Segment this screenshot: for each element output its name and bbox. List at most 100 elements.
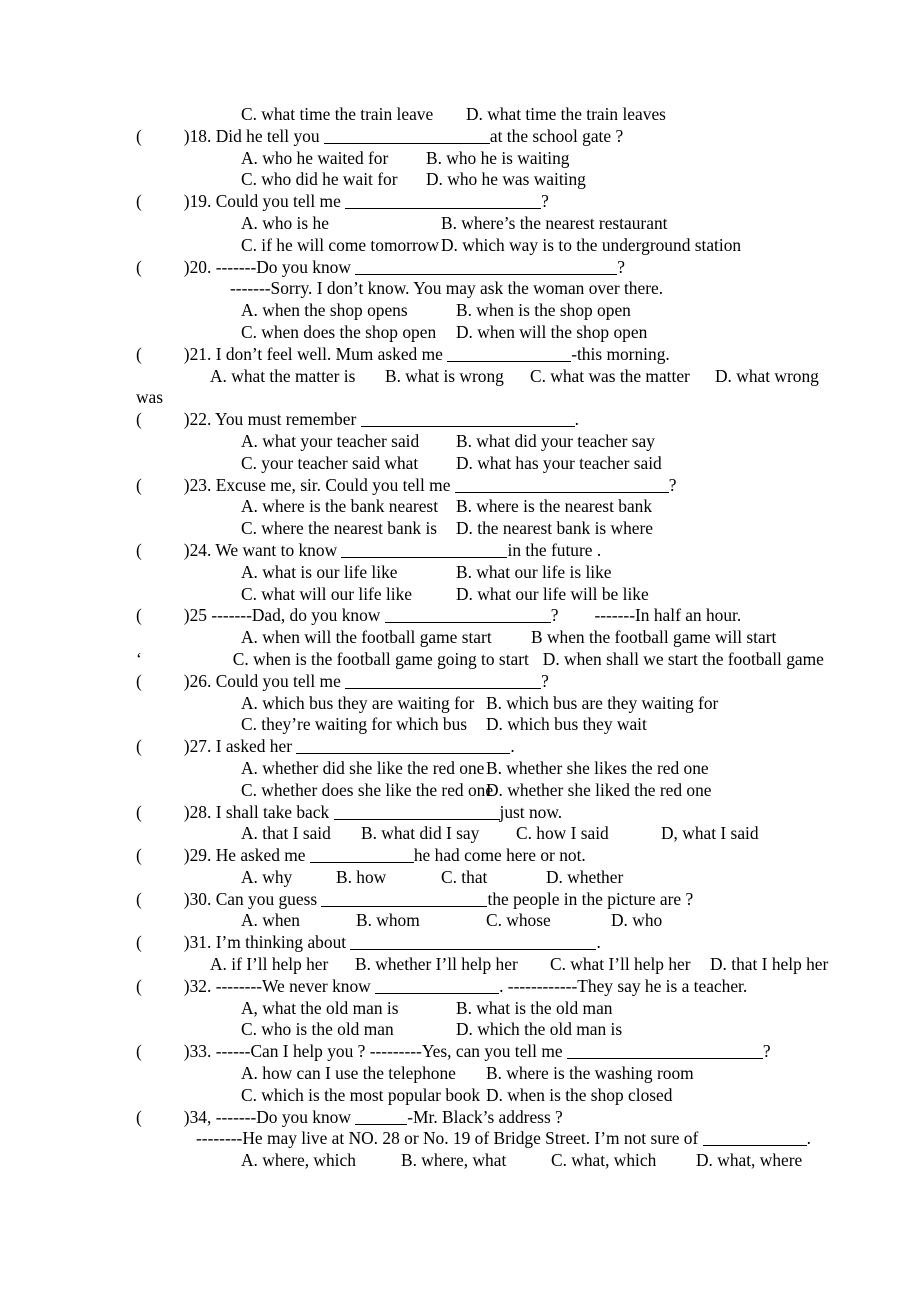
question-options-row: A. what your teacher said B. what did you… bbox=[0, 431, 920, 453]
question-number: 26. bbox=[189, 670, 212, 691]
option-d: D. whether she liked the red one bbox=[486, 779, 712, 800]
question-options-row: A. why B. how C. that D. whether bbox=[0, 867, 920, 889]
question-options-row: A. that I said B. what did I say C. how I … bbox=[0, 823, 920, 845]
fill-in-blank[interactable] bbox=[360, 412, 575, 428]
question-options-row: A, what the old man is B. what is the old… bbox=[0, 998, 920, 1020]
question-options-row: A. when B. whom C. whose D. who bbox=[0, 910, 920, 932]
fill-in-blank[interactable] bbox=[321, 892, 488, 907]
option-a: A. where, which bbox=[241, 1150, 356, 1171]
option-c: C. your teacher said what bbox=[241, 452, 419, 473]
stem-text-tail: -Mr. Black’s address ? bbox=[407, 1106, 563, 1127]
option-a: A. when will the football game start bbox=[241, 627, 492, 648]
fill-in-blank[interactable] bbox=[350, 935, 597, 951]
question-options-row: ‘ C. when is the football game going to s… bbox=[0, 649, 920, 671]
fill-in-blank[interactable] bbox=[447, 347, 572, 362]
answer-bracket-open[interactable]: ( bbox=[136, 126, 142, 146]
question-options-row: A. how can I use the telephone B. where i… bbox=[0, 1063, 920, 1085]
fill-in-blank[interactable] bbox=[375, 979, 500, 994]
option-c: C. whose bbox=[486, 910, 551, 931]
option-a: A. how can I use the telephone bbox=[241, 1063, 456, 1084]
question-number: 31. bbox=[189, 932, 212, 953]
fill-in-blank[interactable] bbox=[384, 608, 551, 624]
option-a: A. if I’ll help her bbox=[210, 954, 329, 975]
answer-bracket-open[interactable]: ( bbox=[136, 932, 142, 952]
option-d: D. the nearest bank is where bbox=[456, 518, 654, 539]
answer-bracket-open[interactable]: ( bbox=[136, 1041, 142, 1061]
option-c: C. what was the matter bbox=[530, 365, 690, 386]
question-options-row: C. if he will come tomorrow D. which way … bbox=[0, 235, 920, 257]
question-stem-28: ()28. I shall take back just now. bbox=[0, 802, 920, 824]
answer-bracket-open[interactable]: ( bbox=[136, 409, 142, 429]
answer-bracket-open[interactable]: ( bbox=[136, 802, 142, 822]
stem-text: We want to know bbox=[211, 539, 342, 560]
question-dialogue-reply: --------He may live at NO. 28 or No. 19 … bbox=[0, 1128, 920, 1150]
option-a: A. when the shop opens bbox=[241, 300, 408, 321]
stem-text-tail: just now. bbox=[499, 801, 563, 822]
fill-in-blank[interactable] bbox=[333, 805, 500, 820]
question-stem-19: ()19. Could you tell me ? bbox=[0, 191, 920, 213]
fill-in-blank[interactable] bbox=[702, 1131, 807, 1147]
question-number: 22. bbox=[189, 409, 212, 430]
question-stem-27: ()27. I asked her . bbox=[0, 736, 920, 758]
question-stem-31: ()31. I’m thinking about . bbox=[0, 932, 920, 954]
fill-in-blank[interactable] bbox=[323, 129, 490, 144]
fill-in-blank[interactable] bbox=[345, 674, 542, 689]
answer-bracket-open[interactable]: ( bbox=[136, 475, 142, 495]
question-number: 32. bbox=[189, 975, 212, 996]
question-stem-29: ()29. He asked me he had come here or no… bbox=[0, 845, 920, 867]
option-c: C. which is the most popular book bbox=[241, 1084, 481, 1105]
question-number: 25 bbox=[189, 605, 207, 626]
question-options-row: A. when the shop opens B. when is the sho… bbox=[0, 300, 920, 322]
stem-text: Did he tell you bbox=[211, 125, 324, 146]
answer-bracket-open[interactable]: ( bbox=[136, 540, 142, 560]
option-a: A. what is our life like bbox=[241, 561, 398, 582]
answer-bracket-open[interactable]: ( bbox=[136, 605, 142, 625]
fill-in-blank[interactable] bbox=[341, 543, 508, 558]
question-number: 29. bbox=[189, 845, 212, 866]
question-stem-25: ()25 -------Dad, do you know ? -------In … bbox=[0, 605, 920, 627]
option-a: A. who he waited for bbox=[241, 147, 389, 168]
stem-text-tail: . bbox=[596, 932, 601, 953]
answer-bracket-open[interactable]: ( bbox=[136, 976, 142, 996]
stem-text: Could you tell me bbox=[211, 191, 346, 212]
question-options-row: A. when will the football game start B wh… bbox=[0, 627, 920, 649]
fill-in-blank[interactable] bbox=[345, 194, 542, 210]
option-d: D. which bus they wait bbox=[486, 714, 647, 735]
answer-bracket-open[interactable]: ( bbox=[136, 344, 142, 364]
option-c: C. when does the shop open bbox=[241, 321, 437, 342]
fill-in-blank[interactable] bbox=[309, 848, 414, 864]
answer-bracket-open[interactable]: ( bbox=[136, 257, 142, 277]
fill-in-blank[interactable] bbox=[454, 478, 669, 493]
option-a: A. what the matter is bbox=[210, 365, 356, 386]
option-c: C. how I said bbox=[516, 823, 609, 844]
question-options-row: C. your teacher said what D. what has you… bbox=[0, 453, 920, 475]
answer-bracket-open[interactable]: ( bbox=[136, 736, 142, 756]
option-d: D. when shall we start the football game bbox=[542, 648, 824, 669]
fill-in-blank[interactable] bbox=[355, 1110, 408, 1125]
question-dialogue-reply: -------Sorry. I don’t know. You may ask … bbox=[230, 278, 664, 299]
question-options-row: C. what will our life like D. what our li… bbox=[0, 584, 920, 606]
stem-text: Can you guess bbox=[211, 888, 322, 909]
answer-bracket-open[interactable]: ( bbox=[136, 671, 142, 691]
question-stem-23: ()23. Excuse me, sir. Could you tell me … bbox=[0, 475, 920, 497]
option-c: C. whether does she like the red one bbox=[241, 779, 494, 800]
option-b: B. whether she likes the red one bbox=[486, 757, 709, 778]
fill-in-blank[interactable] bbox=[296, 739, 511, 755]
answer-bracket-open[interactable]: ( bbox=[136, 191, 142, 211]
question-options-row: A. who is he B. where’s the nearest resta… bbox=[0, 213, 920, 235]
answer-bracket-open[interactable]: ( bbox=[136, 845, 142, 865]
stem-text-tail: ? bbox=[668, 474, 677, 495]
answer-bracket-open[interactable]: ( bbox=[136, 1107, 142, 1127]
question-stem-33: ()33. ------Can I help you ? ---------Ye… bbox=[0, 1041, 920, 1063]
option-d: D. who bbox=[611, 910, 663, 931]
fill-in-blank[interactable] bbox=[355, 260, 618, 275]
option-b: B. which bus are they waiting for bbox=[486, 692, 719, 713]
answer-bracket-open[interactable]: ( bbox=[136, 889, 142, 909]
option-b: B when the football game will start bbox=[531, 627, 777, 648]
question-number: 23. bbox=[189, 474, 212, 495]
option-d: D. when is the shop closed bbox=[486, 1084, 673, 1105]
option-a: A. that I said bbox=[241, 823, 331, 844]
option-a: A, what the old man is bbox=[241, 997, 399, 1018]
stem-text-reply: -------In half an hour. bbox=[594, 605, 742, 626]
fill-in-blank[interactable] bbox=[566, 1044, 763, 1060]
